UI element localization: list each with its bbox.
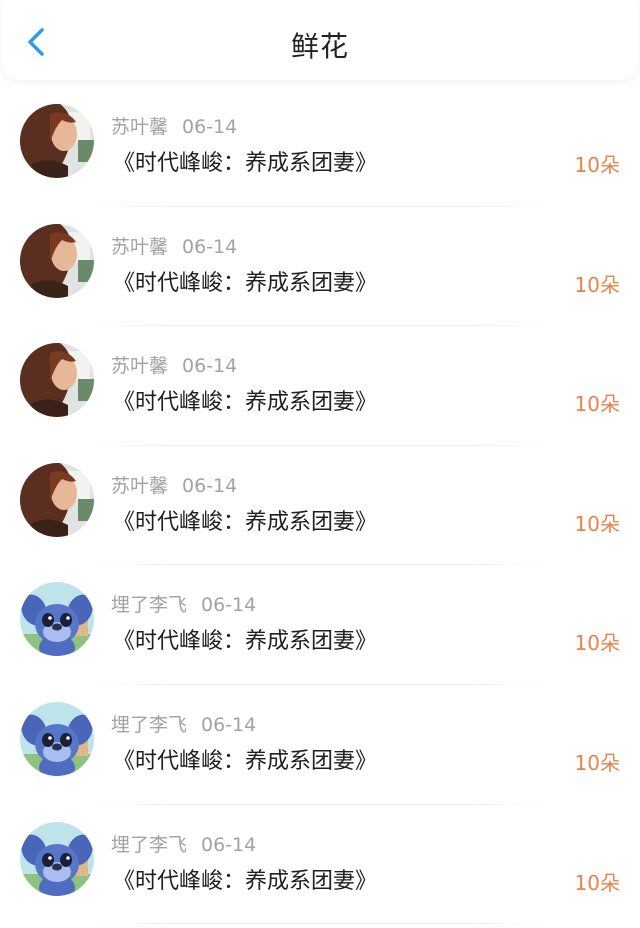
woman-photo-avatar (20, 104, 94, 178)
flower-count: 10朵 (574, 870, 620, 895)
avatar[interactable] (20, 223, 94, 298)
avatar[interactable] (20, 582, 94, 657)
flower-count: 10朵 (574, 631, 620, 656)
sender-info: 苏叶馨 06-14 (111, 351, 237, 378)
sender-name[interactable]: 埋了李飞 (111, 834, 187, 856)
book-title[interactable]: 《时代峰峻：养成系团妻》 (113, 145, 377, 177)
flower-count: 10朵 (574, 750, 620, 775)
send-date: 06-14 (201, 713, 257, 736)
avatar[interactable] (20, 462, 94, 537)
book-title[interactable]: 《时代峰峻：养成系团妻》 (113, 265, 377, 297)
book-title[interactable]: 《时代峰峻：养成系团妻》 (113, 863, 377, 895)
flower-count: 10朵 (574, 392, 620, 417)
avatar[interactable] (20, 104, 94, 178)
avatar[interactable] (20, 821, 94, 896)
avatar[interactable] (20, 343, 94, 418)
blue-cartoon-avatar (20, 582, 94, 657)
sender-info: 埋了李飞 06-14 (111, 590, 256, 617)
blue-cartoon-avatar (20, 701, 94, 776)
send-date: 06-14 (182, 116, 238, 138)
sender-info: 苏叶馨 06-14 (111, 112, 237, 139)
sender-name[interactable]: 埋了李飞 (111, 594, 187, 616)
list-item[interactable]: 苏叶馨 06-14 《时代峰峻：养成系团妻》 10朵 (0, 87, 640, 207)
flower-count: 10朵 (574, 272, 620, 297)
list-item[interactable]: 苏叶馨 06-14 《时代峰峻：养成系团妻》 10朵 (0, 445, 640, 566)
woman-photo-avatar (20, 462, 94, 537)
sender-name[interactable]: 苏叶馨 (111, 355, 168, 377)
send-date: 06-14 (201, 833, 257, 856)
list-item[interactable]: 埋了李飞 06-14 《时代峰峻：养成系团妻》 10朵 (0, 684, 640, 805)
sender-name[interactable]: 苏叶馨 (111, 475, 168, 497)
list-item[interactable]: 苏叶馨 06-14 《时代峰峻：养成系团妻》 10朵 (0, 206, 640, 327)
woman-photo-avatar (20, 223, 94, 298)
sender-info: 埋了李飞 06-14 (111, 830, 256, 857)
flowers-page: 鲜花 苏叶馨 06-14 《时代峰峻：养成系团妻》 10朵 苏叶馨 06-14 … (0, 0, 640, 928)
top-nav-bar: 鲜花 (2, 0, 638, 80)
sender-info: 苏叶馨 06-14 (111, 232, 237, 259)
flower-count: 10朵 (574, 511, 620, 536)
sender-name[interactable]: 苏叶馨 (111, 116, 168, 138)
send-date: 06-14 (201, 594, 257, 617)
sender-info: 苏叶馨 06-14 (111, 471, 237, 498)
woman-photo-avatar (20, 343, 94, 418)
flower-count: 10朵 (574, 153, 620, 177)
sender-name[interactable]: 苏叶馨 (111, 236, 168, 258)
book-title[interactable]: 《时代峰峻：养成系团妻》 (113, 623, 377, 655)
sender-info: 埋了李飞 06-14 (111, 710, 256, 737)
page-title: 鲜花 (290, 30, 349, 63)
sender-name[interactable]: 埋了李飞 (111, 714, 187, 736)
list-item[interactable]: 苏叶馨 06-14 《时代峰峻：养成系团妻》 10朵 (0, 326, 640, 446)
flower-list: 苏叶馨 06-14 《时代峰峻：养成系团妻》 10朵 苏叶馨 06-14 《时代… (0, 87, 640, 925)
avatar[interactable] (20, 701, 94, 776)
book-title[interactable]: 《时代峰峻：养成系团妻》 (113, 504, 377, 536)
list-item[interactable]: 埋了李飞 06-14 《时代峰峻：养成系团妻》 10朵 (0, 804, 640, 925)
send-date: 06-14 (182, 235, 238, 258)
book-title[interactable]: 《时代峰峻：养成系团妻》 (113, 384, 377, 416)
send-date: 06-14 (182, 474, 238, 497)
blue-cartoon-avatar (20, 821, 94, 896)
send-date: 06-14 (182, 355, 238, 378)
book-title[interactable]: 《时代峰峻：养成系团妻》 (113, 743, 377, 775)
list-item[interactable]: 埋了李飞 06-14 《时代峰峻：养成系团妻》 10朵 (0, 565, 640, 685)
